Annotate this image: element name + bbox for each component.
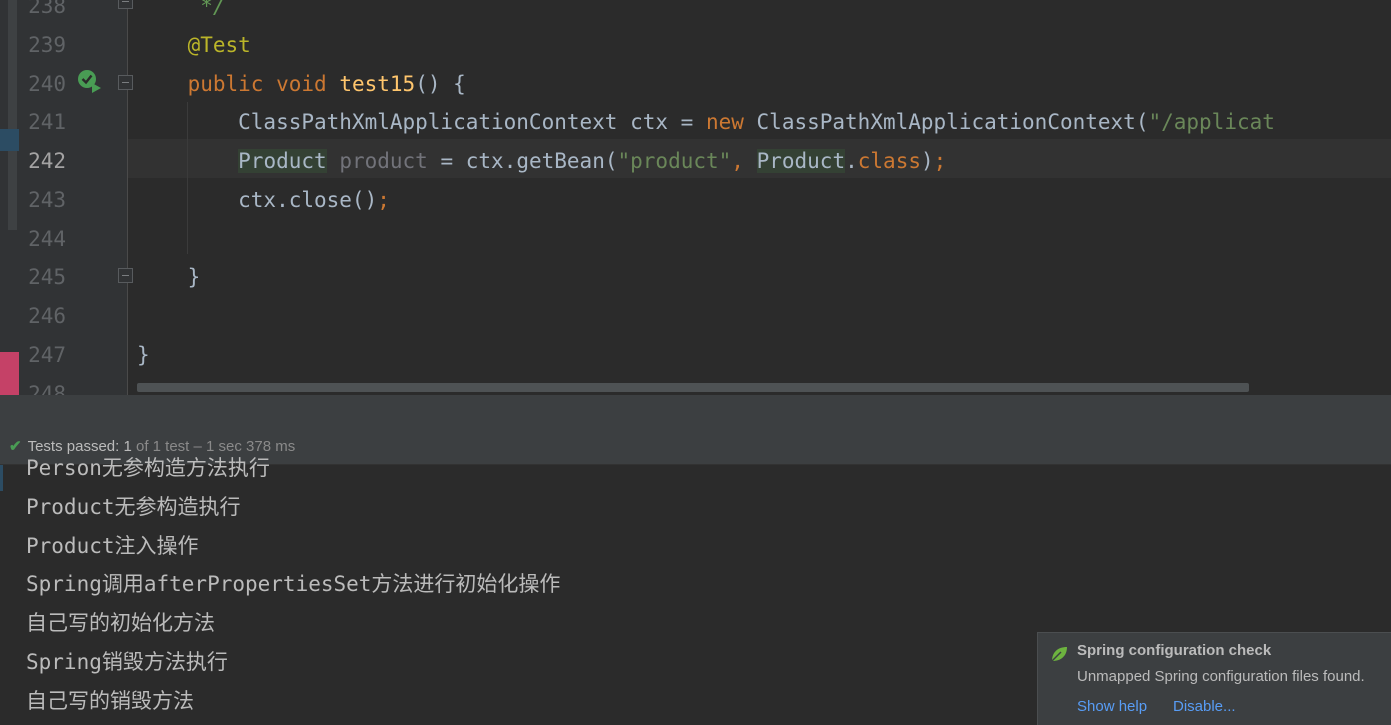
- code-token: }: [137, 343, 150, 367]
- line-number: 248: [28, 382, 66, 395]
- code-token: () {: [415, 72, 466, 96]
- left-selection-marker: [0, 129, 19, 151]
- code-token: void: [276, 72, 327, 96]
- code-line[interactable]: */: [137, 0, 1391, 26]
- code-token: = ctx.getBean(: [427, 149, 618, 173]
- code-token: "/applicat: [1148, 110, 1275, 134]
- line-number: 240: [28, 72, 66, 96]
- code-line[interactable]: [137, 297, 1391, 336]
- code-token: ;: [933, 149, 947, 173]
- code-line[interactable]: Product product = ctx.getBean("product",…: [137, 142, 1391, 181]
- line-number: 244: [28, 227, 66, 251]
- console-left-marker: [0, 465, 3, 491]
- console-line: Person无参构造方法执行: [26, 456, 270, 480]
- code-token: new: [705, 110, 744, 134]
- code-token: product: [339, 149, 428, 173]
- gutter-separator: [127, 0, 128, 395]
- line-number: 241: [28, 110, 66, 134]
- console-line: 自己写的初始化方法: [26, 611, 215, 635]
- code-token: }: [137, 265, 201, 289]
- code-token: public: [187, 72, 264, 96]
- code-token: test15: [339, 72, 416, 96]
- line-number: 239: [28, 33, 66, 57]
- code-line[interactable]: ctx.close();: [137, 181, 1391, 220]
- disable-link[interactable]: Disable...: [1173, 698, 1236, 715]
- code-token: ,: [731, 149, 757, 173]
- left-error-marker: [0, 352, 19, 395]
- line-number: 247: [28, 343, 66, 367]
- code-token: class: [857, 149, 921, 173]
- notification-title: Spring configuration check: [1077, 642, 1272, 659]
- code-token: ClassPathXmlApplicationContext ctx =: [137, 110, 706, 134]
- check-icon: ✔: [9, 438, 22, 455]
- code-token: "product": [617, 149, 732, 173]
- notification-text: Unmapped Spring configuration files foun…: [1077, 668, 1365, 685]
- line-number: 246: [28, 304, 66, 328]
- line-number: 238: [28, 0, 66, 18]
- code-token: */: [137, 0, 226, 18]
- code-line[interactable]: public void test15() {: [137, 65, 1391, 104]
- code-token: Product: [238, 149, 327, 173]
- code-line[interactable]: [137, 220, 1391, 259]
- show-help-link[interactable]: Show help: [1077, 698, 1147, 715]
- code-token: ): [920, 149, 934, 173]
- fold-end-icon[interactable]: [118, 0, 133, 9]
- code-token: Product: [756, 149, 846, 173]
- code-token: ;: [377, 188, 390, 212]
- console-line: Spring销毁方法执行: [26, 650, 228, 674]
- spring-config-notification[interactable]: Spring configuration check Unmapped Spri…: [1037, 632, 1391, 725]
- code-line[interactable]: ClassPathXmlApplicationContext ctx = new…: [137, 103, 1391, 142]
- code-line[interactable]: }: [137, 336, 1391, 375]
- code-line[interactable]: }: [137, 258, 1391, 297]
- code-line[interactable]: @Test: [137, 26, 1391, 65]
- line-number: 245: [28, 265, 66, 289]
- console-line: Product无参构造执行: [26, 495, 241, 519]
- project-panel-scroll-thumb[interactable]: [8, 0, 17, 230]
- console-line: 自己写的销毁方法: [26, 689, 194, 713]
- run-test-passed-icon[interactable]: [76, 68, 104, 96]
- line-number: 242: [28, 149, 66, 173]
- line-number: 243: [28, 188, 66, 212]
- code-token: ctx.close(): [137, 188, 378, 212]
- code-token: ClassPathXmlApplicationContext(: [743, 110, 1149, 134]
- console-line: Spring调用afterPropertiesSet方法进行初始化操作: [26, 572, 561, 596]
- fold-start-icon[interactable]: [118, 75, 133, 90]
- code-token: @Test: [187, 33, 251, 57]
- spring-leaf-icon: [1051, 647, 1067, 662]
- code-editor[interactable]: 238 239 240 241 242 243 244 245 246 247 248 */ @Te…: [0, 0, 1391, 395]
- code-token: .: [845, 149, 858, 173]
- console-line: Product注入操作: [26, 534, 199, 558]
- fold-end-icon[interactable]: [118, 268, 133, 283]
- horizontal-scrollbar[interactable]: [137, 383, 1249, 392]
